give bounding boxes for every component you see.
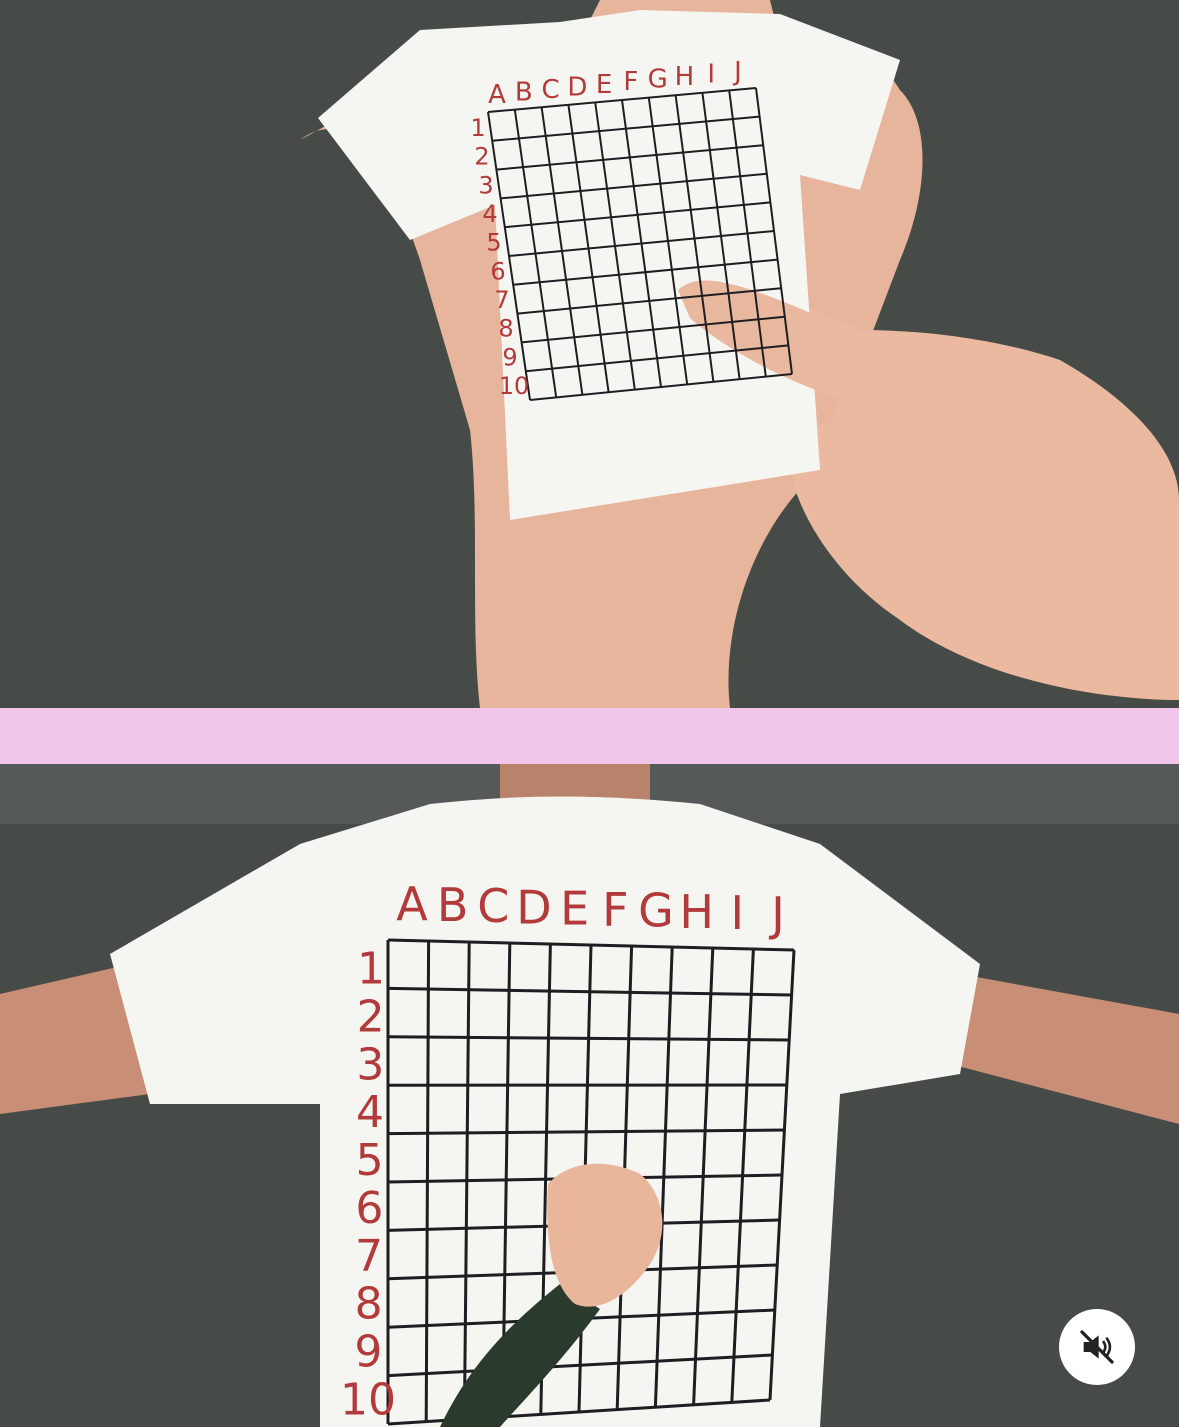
top-col-label: G	[648, 65, 668, 95]
bottom-col-label: J	[768, 887, 785, 941]
bottom-col-label: A	[396, 877, 428, 931]
bottom-col-label: F	[602, 883, 628, 937]
top-row-label: 4	[482, 200, 497, 228]
bottom-col-label: B	[437, 878, 469, 932]
mute-toggle-button[interactable]	[1059, 1309, 1135, 1385]
bottom-col-label: D	[516, 880, 551, 934]
bottom-col-label: I	[731, 886, 745, 940]
speaker-muted-icon	[1080, 1330, 1114, 1364]
top-row-label: 10	[499, 372, 530, 400]
top-col-label: B	[515, 77, 533, 107]
top-row-label: 8	[498, 315, 513, 343]
top-col-label: F	[623, 67, 638, 97]
top-row-label: 1	[470, 114, 485, 142]
bottom-photo: A B C D E F G H I J 1 2 3 4 5 6 7 8 9 10	[0, 764, 1179, 1427]
bottom-col-label: C	[477, 879, 509, 933]
top-photo: A B C D E F G H I J 1 2 3 4 5 6 7 8 9 10	[0, 0, 1179, 708]
top-row-label: 2	[474, 143, 489, 171]
bottom-row-label: 5	[356, 1135, 384, 1186]
bottom-row-label: 6	[355, 1183, 383, 1234]
top-row-label: 7	[494, 286, 509, 314]
bottom-row-label: 3	[356, 1039, 384, 1090]
top-col-label: I	[707, 60, 715, 90]
top-col-label: D	[567, 72, 587, 102]
bottom-col-label: E	[560, 881, 589, 935]
top-row-label: 9	[502, 343, 517, 371]
top-photo-canvas: A B C D E F G H I J 1 2 3 4 5 6 7 8 9 10	[0, 0, 1179, 708]
bottom-row-label: 7	[355, 1231, 383, 1282]
bottom-row-label: 9	[354, 1327, 382, 1378]
bottom-row-label: 4	[356, 1087, 384, 1138]
top-row-label: 6	[490, 257, 505, 285]
top-col-label: J	[732, 57, 742, 87]
top-row-label: 3	[478, 171, 493, 199]
bottom-col-label: H	[679, 885, 714, 939]
top-col-label: E	[596, 70, 612, 100]
bottom-col-label: G	[638, 884, 674, 938]
bottom-row-label: 2	[357, 991, 385, 1042]
top-col-label: A	[488, 80, 506, 110]
bottom-row-label: 1	[357, 944, 385, 995]
pink-divider	[0, 708, 1179, 764]
bottom-row-label: 8	[355, 1279, 383, 1330]
bottom-photo-canvas: A B C D E F G H I J 1 2 3 4 5 6 7 8 9 10	[0, 764, 1179, 1427]
top-row-label: 5	[486, 229, 501, 257]
bottom-row-label: 10	[340, 1375, 396, 1426]
top-col-label: H	[675, 62, 695, 92]
top-col-label: C	[541, 75, 559, 105]
